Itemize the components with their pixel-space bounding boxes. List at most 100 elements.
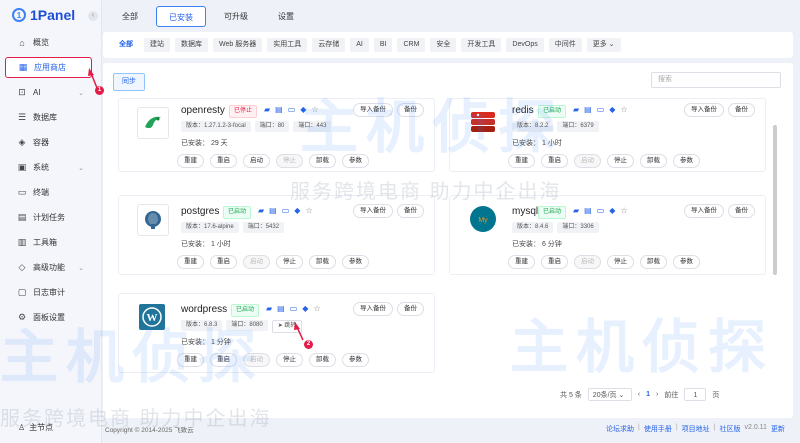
uninstall-button[interactable]: 卸载 xyxy=(640,255,667,269)
docker-icon[interactable]: ◆ xyxy=(302,304,308,313)
stop-button[interactable]: 停止 xyxy=(276,154,303,168)
star-icon[interactable]: ☆ xyxy=(620,206,627,215)
tag-ai[interactable]: AI xyxy=(350,38,369,52)
manual-link[interactable]: 使用手册 xyxy=(644,424,672,434)
forum-link[interactable]: 论坛求助 xyxy=(606,424,634,434)
sidebar-item-system[interactable]: ▣ 系统 ⌄ xyxy=(5,157,92,178)
sidebar-item-advanced[interactable]: ◇ 高级功能 ⌄ xyxy=(5,257,92,278)
docker-icon[interactable]: ◆ xyxy=(300,105,306,114)
stop-button[interactable]: 停止 xyxy=(607,255,634,269)
next-page-button[interactable]: › xyxy=(656,391,658,398)
file-icon[interactable]: ▤ xyxy=(277,304,285,313)
star-icon[interactable]: ☆ xyxy=(305,206,312,215)
tag-middleware[interactable]: 中间件 xyxy=(548,38,582,52)
tag-utility[interactable]: 实用工具 xyxy=(267,38,308,52)
params-button[interactable]: 参数 xyxy=(342,154,369,168)
folder-icon[interactable]: ▰ xyxy=(258,206,264,215)
params-button[interactable]: 参数 xyxy=(673,255,700,269)
restart-button[interactable]: 重启 xyxy=(541,255,568,269)
star-icon[interactable]: ☆ xyxy=(311,105,318,114)
page-number[interactable]: 1 xyxy=(646,391,650,398)
rebuild-button[interactable]: 重建 xyxy=(177,154,204,168)
terminal-icon[interactable]: ▭ xyxy=(282,206,290,215)
uninstall-button[interactable]: 卸载 xyxy=(309,255,336,269)
import-backup-button[interactable]: 导入备份 xyxy=(684,103,724,117)
terminal-icon[interactable]: ▭ xyxy=(288,105,296,114)
start-button[interactable]: 启动 xyxy=(243,353,270,367)
tag-all[interactable]: 全部 xyxy=(113,38,139,52)
tag-more[interactable]: 更多 ⌄ xyxy=(586,38,621,52)
file-icon[interactable]: ▤ xyxy=(275,105,283,114)
tab-all[interactable]: 全部 xyxy=(110,6,150,27)
folder-icon[interactable]: ▰ xyxy=(264,105,270,114)
start-button[interactable]: 启动 xyxy=(243,255,270,269)
sidebar-item-app-store[interactable]: ▦ 应用商店 xyxy=(5,57,92,78)
start-button[interactable]: 启动 xyxy=(243,154,270,168)
file-icon[interactable]: ▤ xyxy=(269,206,277,215)
import-backup-button[interactable]: 导入备份 xyxy=(353,103,393,117)
stop-button[interactable]: 停止 xyxy=(607,154,634,168)
docker-icon[interactable]: ◆ xyxy=(609,105,615,114)
file-icon[interactable]: ▤ xyxy=(584,105,592,114)
rebuild-button[interactable]: 重建 xyxy=(508,255,535,269)
params-button[interactable]: 参数 xyxy=(342,353,369,367)
search-input[interactable]: 搜索 xyxy=(651,72,781,88)
star-icon[interactable]: ☆ xyxy=(620,105,627,114)
backup-button[interactable]: 备份 xyxy=(397,204,424,218)
params-button[interactable]: 参数 xyxy=(673,154,700,168)
start-button[interactable]: 启动 xyxy=(574,255,601,269)
prev-page-button[interactable]: ‹ xyxy=(638,391,640,398)
restart-button[interactable]: 重启 xyxy=(541,154,568,168)
collapse-sidebar-button[interactable]: ‹ xyxy=(88,11,98,21)
tag-bi[interactable]: BI xyxy=(373,38,393,52)
sidebar-item-container[interactable]: ◈ 容器 xyxy=(5,132,92,153)
tab-installed[interactable]: 已安装 xyxy=(156,6,206,27)
stop-button[interactable]: 停止 xyxy=(276,255,303,269)
rebuild-button[interactable]: 重建 xyxy=(508,154,535,168)
sidebar-item-ai[interactable]: ⊡ AI ⌄ xyxy=(5,82,92,103)
logo[interactable]: 1 1Panel xyxy=(12,7,75,23)
star-icon[interactable]: ☆ xyxy=(313,304,320,313)
rebuild-button[interactable]: 重建 xyxy=(177,353,204,367)
import-backup-button[interactable]: 导入备份 xyxy=(684,204,724,218)
folder-icon[interactable]: ▰ xyxy=(266,304,272,313)
community-link[interactable]: 社区版 xyxy=(719,424,740,434)
tab-settings[interactable]: 设置 xyxy=(266,6,306,27)
sidebar-item-terminal[interactable]: ▭ 终端 xyxy=(5,182,92,203)
tag-devtools[interactable]: 开发工具 xyxy=(461,38,502,52)
sidebar-item-cron[interactable]: ▤ 计划任务 xyxy=(5,207,92,228)
terminal-icon[interactable]: ▭ xyxy=(597,206,605,215)
project-link[interactable]: 项目地址 xyxy=(682,424,710,434)
page-size-select[interactable]: 20条/页 ⌄ xyxy=(587,388,632,401)
sidebar-item-logs[interactable]: ▢ 日志审计 xyxy=(5,282,92,303)
backup-button[interactable]: 备份 xyxy=(397,302,424,316)
rebuild-button[interactable]: 重建 xyxy=(177,255,204,269)
tag-crm[interactable]: CRM xyxy=(397,38,426,52)
terminal-icon[interactable]: ▭ xyxy=(290,304,298,313)
import-backup-button[interactable]: 导入备份 xyxy=(353,302,393,316)
uninstall-button[interactable]: 卸载 xyxy=(309,154,336,168)
terminal-icon[interactable]: ▭ xyxy=(597,105,605,114)
tag-cloud-storage[interactable]: 云存储 xyxy=(312,38,346,52)
tag-website[interactable]: 建站 xyxy=(144,38,170,52)
backup-button[interactable]: 备份 xyxy=(397,103,424,117)
uninstall-button[interactable]: 卸载 xyxy=(640,154,667,168)
restart-button[interactable]: 重启 xyxy=(210,353,237,367)
backup-button[interactable]: 备份 xyxy=(728,103,755,117)
folder-icon[interactable]: ▰ xyxy=(573,206,579,215)
tag-database[interactable]: 数据库 xyxy=(175,38,208,52)
sidebar-item-toolbox[interactable]: ▥ 工具箱 xyxy=(5,232,92,253)
params-button[interactable]: 参数 xyxy=(342,255,369,269)
restart-button[interactable]: 重启 xyxy=(210,255,237,269)
sidebar-item-overview[interactable]: ⌂ 概览 xyxy=(5,32,92,53)
folder-icon[interactable]: ▰ xyxy=(573,105,579,114)
docker-icon[interactable]: ◆ xyxy=(294,206,300,215)
start-button[interactable]: 启动 xyxy=(574,154,601,168)
tab-upgradable[interactable]: 可升级 xyxy=(212,6,260,27)
update-link[interactable]: 更新 xyxy=(771,424,785,434)
tag-security[interactable]: 安全 xyxy=(430,38,457,52)
uninstall-button[interactable]: 卸载 xyxy=(309,353,336,367)
tag-web-server[interactable]: Web 服务器 xyxy=(213,38,263,52)
sidebar-item-settings[interactable]: ⚙ 面板设置 xyxy=(5,307,92,328)
node-switcher[interactable]: ♙ 主节点 xyxy=(18,422,53,433)
